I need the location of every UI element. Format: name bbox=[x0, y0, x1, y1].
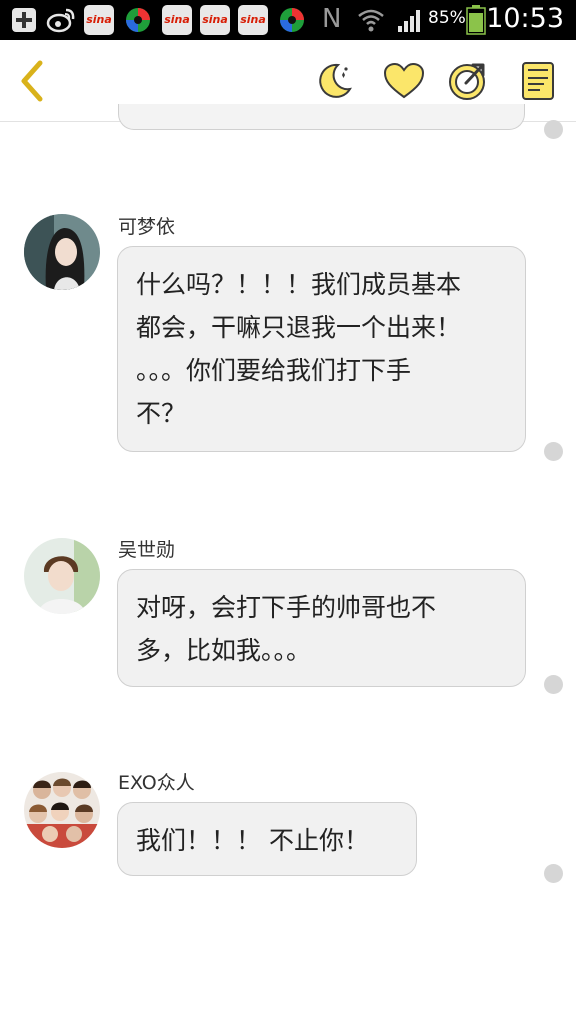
message-bubble[interactable]: 什么吗？！！！我们成员基本 都会，干嘛只退我一个出来！ 。。。你们要给我们打下手… bbox=[117, 246, 526, 452]
notebook-icon bbox=[522, 62, 554, 100]
sina-news-icon: sina bbox=[238, 5, 268, 35]
back-button[interactable] bbox=[0, 40, 64, 122]
avatar[interactable] bbox=[24, 772, 100, 848]
message-dot[interactable] bbox=[544, 864, 563, 883]
nfc-icon: N bbox=[322, 4, 342, 34]
message-line: 对呀，会打下手的帅哥也不 bbox=[136, 593, 437, 622]
chat-area[interactable]: 可梦依 什么吗？！！！我们成员基本 都会，干嘛只退我一个出来！ 。。。你们要给我… bbox=[0, 104, 576, 1024]
sina-news-icon: sina bbox=[200, 5, 230, 35]
sina-news-icon: sina bbox=[84, 5, 114, 35]
wifi-icon bbox=[356, 6, 384, 34]
message-bubble[interactable]: 对呀，会打下手的帅哥也不 多，比如我。。。 bbox=[117, 569, 526, 687]
sender-name: 可梦依 bbox=[118, 216, 176, 238]
message-line: 多，比如我。。。 bbox=[136, 636, 312, 665]
message-line: 都会，干嘛只退我一个出来！ bbox=[136, 313, 462, 342]
message-line: 。。。你们要给我们打下手 bbox=[136, 356, 412, 385]
message-bubble[interactable]: 我们！！！ 不止你！ bbox=[117, 802, 417, 876]
weibo-icon bbox=[46, 6, 75, 34]
message-dot[interactable] bbox=[544, 442, 563, 461]
share-icon bbox=[449, 63, 485, 100]
previous-message-bubble bbox=[118, 104, 525, 130]
sender-name: 吴世勋 bbox=[118, 539, 176, 561]
avatar[interactable] bbox=[24, 538, 100, 614]
color-ball-icon bbox=[124, 6, 152, 34]
message-dot[interactable] bbox=[544, 675, 563, 694]
status-bar: sina sina sina sina N 85% 10:53 bbox=[0, 0, 576, 40]
message-dot[interactable] bbox=[544, 120, 563, 139]
sender-name: EXO众人 bbox=[118, 772, 195, 794]
message-line: 我们！！！ 不止你！ bbox=[136, 826, 369, 855]
signal-icon bbox=[396, 6, 424, 34]
heart-icon bbox=[383, 62, 425, 99]
chevron-left-icon bbox=[21, 60, 43, 102]
avatar[interactable] bbox=[24, 214, 100, 290]
sina-news-icon: sina bbox=[162, 5, 192, 35]
clock: 10:53 bbox=[486, 3, 564, 34]
message-line: 什么吗？！！！我们成员基本 bbox=[136, 270, 462, 299]
message-line: 不？ bbox=[136, 399, 187, 428]
plus-icon bbox=[10, 6, 38, 34]
color-ball-icon bbox=[278, 6, 306, 34]
moon-icon bbox=[319, 63, 352, 98]
battery-percent: 85% bbox=[428, 8, 466, 28]
